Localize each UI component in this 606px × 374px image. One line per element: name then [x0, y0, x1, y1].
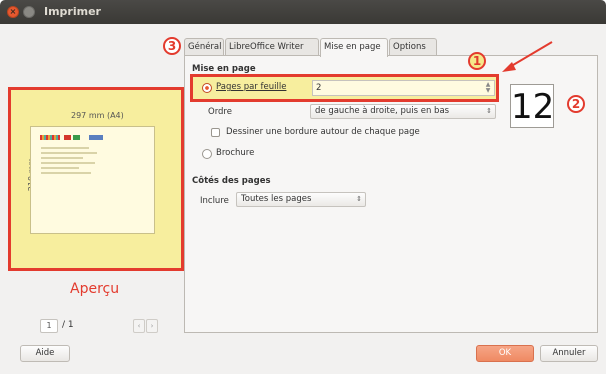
include-select[interactable]: Toutes les pages ⇕	[236, 192, 366, 207]
page-thumbnail	[30, 126, 155, 234]
thumb-text-line	[41, 152, 97, 154]
layout-section-title: Mise en page	[192, 64, 256, 74]
thumb-logo-icon	[40, 135, 60, 140]
spin-arrows-icon[interactable]: ▲ ▼	[483, 82, 493, 94]
combo-arrows-icon: ⇕	[356, 195, 362, 203]
border-checkbox[interactable]	[211, 128, 220, 137]
preview-area: 297 mm (A4) 210 mm	[8, 87, 184, 271]
thumb-logo-icon	[73, 135, 80, 140]
window-title: Imprimer	[44, 5, 101, 18]
preview-caption: Aperçu	[70, 281, 120, 297]
order-select[interactable]: de gauche à droite, puis en bas ⇕	[310, 104, 496, 119]
page-number-input[interactable]: 1	[40, 319, 58, 333]
thumb-text-line	[41, 167, 79, 169]
page-total: / 1	[62, 320, 74, 330]
title-bar: × Imprimer	[0, 0, 606, 24]
brochure-radio[interactable]	[202, 149, 212, 159]
sides-section-title: Côtés des pages	[192, 176, 271, 186]
border-checkbox-label: Dessiner une bordure autour de chaque pa…	[226, 127, 420, 137]
include-value: Toutes les pages	[241, 194, 312, 204]
callout-1: 1	[468, 52, 486, 70]
close-icon[interactable]: ×	[7, 6, 19, 18]
tab-general[interactable]: Général	[184, 38, 224, 56]
thumb-text-line	[41, 162, 95, 164]
pages-per-sheet-value: 2	[316, 83, 322, 93]
include-label: Inclure	[200, 196, 229, 206]
combo-arrows-icon: ⇕	[486, 107, 492, 115]
tab-options[interactable]: Options	[389, 38, 437, 56]
paper-width-label: 297 mm (A4)	[71, 111, 124, 120]
callout-3: 3	[163, 37, 181, 55]
previous-page-button[interactable]: ‹	[133, 319, 145, 333]
pages-per-sheet-radio[interactable]	[202, 83, 212, 93]
cancel-button[interactable]: Annuler	[540, 345, 598, 362]
brochure-label: Brochure	[216, 148, 255, 158]
pages-per-sheet-input[interactable]: 2 ▲ ▼	[312, 80, 495, 96]
pages-preview-value: 12	[510, 84, 554, 128]
tab-libreoffice-writer[interactable]: LibreOffice Writer	[225, 38, 319, 56]
thumb-text-line	[41, 147, 89, 149]
order-label: Ordre	[208, 107, 232, 117]
thumb-text-line	[41, 172, 91, 174]
thumb-logo-icon	[64, 135, 71, 140]
print-dialog: × Imprimer 297 mm (A4) 210 mm Aperçu 1 /…	[0, 0, 606, 374]
help-button[interactable]: Aide	[20, 345, 70, 362]
pages-per-sheet-label: Pages par feuille	[216, 82, 287, 92]
order-value: de gauche à droite, puis en bas	[315, 106, 450, 116]
ok-button[interactable]: OK	[476, 345, 534, 362]
tab-page-layout[interactable]: Mise en page	[320, 38, 388, 57]
callout-2: 2	[567, 95, 585, 113]
minimize-icon[interactable]	[23, 6, 35, 18]
thumb-text-line	[41, 157, 83, 159]
thumb-logo-icon	[89, 135, 103, 140]
next-page-button[interactable]: ›	[146, 319, 158, 333]
arrow-icon	[502, 41, 553, 72]
